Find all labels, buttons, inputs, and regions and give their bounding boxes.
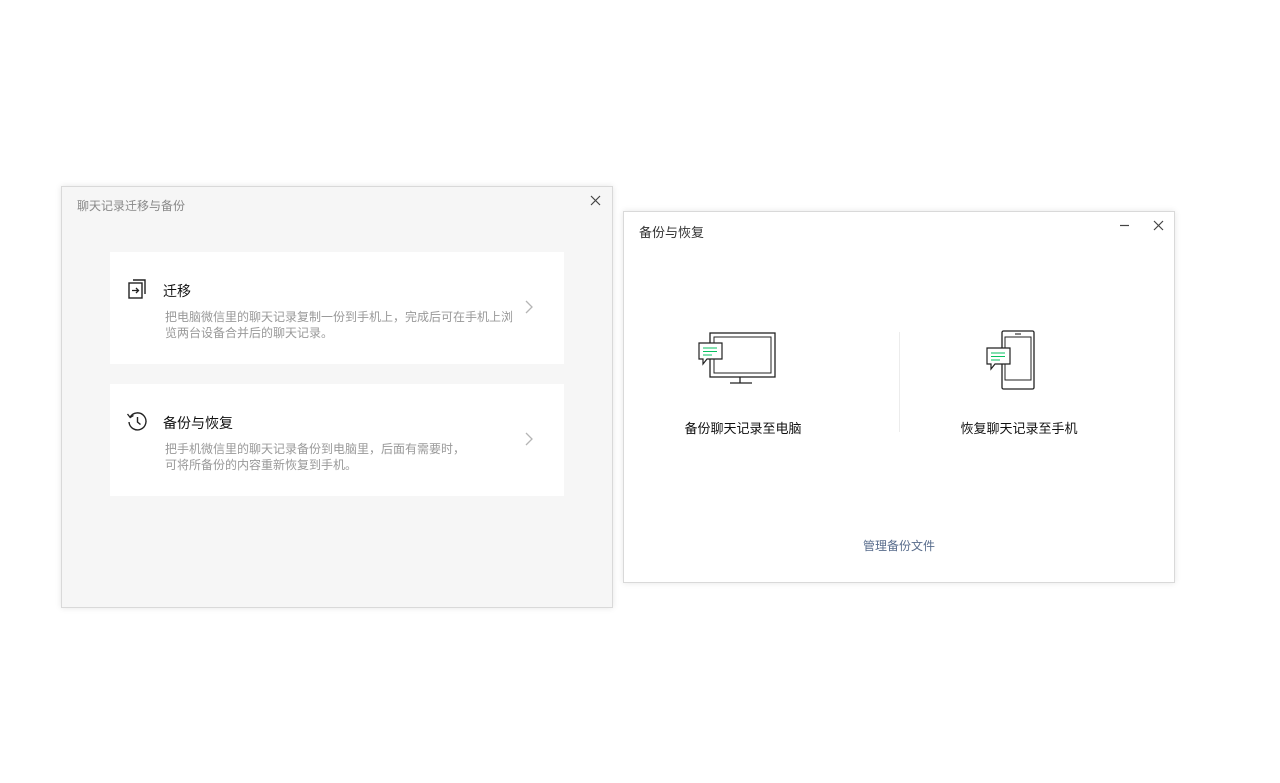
- close-button[interactable]: [1149, 216, 1167, 234]
- migrate-option[interactable]: 迁移 把电脑微信里的聊天记录复制一份到手机上，完成后可在手机上浏 览两台设备合并…: [110, 252, 564, 364]
- description-line: 把电脑微信里的聊天记录复制一份到手机上，完成后可在手机上浏: [165, 310, 514, 324]
- restore-to-phone-button[interactable]: 恢复聊天记录至手机: [900, 330, 1138, 440]
- phone-chat-icon: [986, 330, 1035, 390]
- chevron-right-icon: [525, 432, 533, 446]
- dialog-title: 备份与恢复: [639, 226, 705, 241]
- description-line: 可将所备份的内容重新恢复到手机。: [165, 458, 358, 472]
- option-description: 把手机微信里的聊天记录备份到电脑里，后面有需要时， 可将所备份的内容重新恢复到手…: [165, 441, 525, 473]
- backup-to-pc-button[interactable]: 备份聊天记录至电脑: [624, 330, 862, 440]
- chevron-right-icon: [525, 300, 533, 314]
- action-label: 备份聊天记录至电脑: [684, 422, 802, 437]
- minimize-button[interactable]: [1115, 216, 1133, 234]
- history-icon: [126, 412, 147, 431]
- dialog-title: 聊天记录迁移与备份: [77, 199, 186, 213]
- option-title: 迁移: [163, 284, 191, 300]
- backup-restore-dialog: 备份与恢复 备份聊天记录至电脑 恢复聊天记录至手机 管理备份文件: [623, 211, 1175, 583]
- action-label: 恢复聊天记录至手机: [960, 422, 1078, 437]
- option-description: 把电脑微信里的聊天记录复制一份到手机上，完成后可在手机上浏 览两台设备合并后的聊…: [165, 309, 525, 341]
- minimize-icon: [1119, 224, 1129, 226]
- migrate-icon: [128, 279, 146, 299]
- description-line: 把手机微信里的聊天记录备份到电脑里，后面有需要时，: [165, 442, 466, 456]
- close-icon: [590, 195, 600, 205]
- close-button[interactable]: [586, 191, 604, 209]
- manage-backup-files-link[interactable]: 管理备份文件: [624, 537, 1174, 554]
- migration-dialog: 聊天记录迁移与备份 迁移 把电脑微信里的聊天记录复制一份到手机上，完成后可在手机…: [61, 186, 613, 608]
- description-line: 览两台设备合并后的聊天记录。: [165, 326, 334, 340]
- backup-restore-option[interactable]: 备份与恢复 把手机微信里的聊天记录备份到电脑里，后面有需要时， 可将所备份的内容…: [110, 384, 564, 496]
- computer-chat-icon: [698, 332, 776, 384]
- close-icon: [1153, 220, 1163, 230]
- option-title: 备份与恢复: [163, 416, 233, 432]
